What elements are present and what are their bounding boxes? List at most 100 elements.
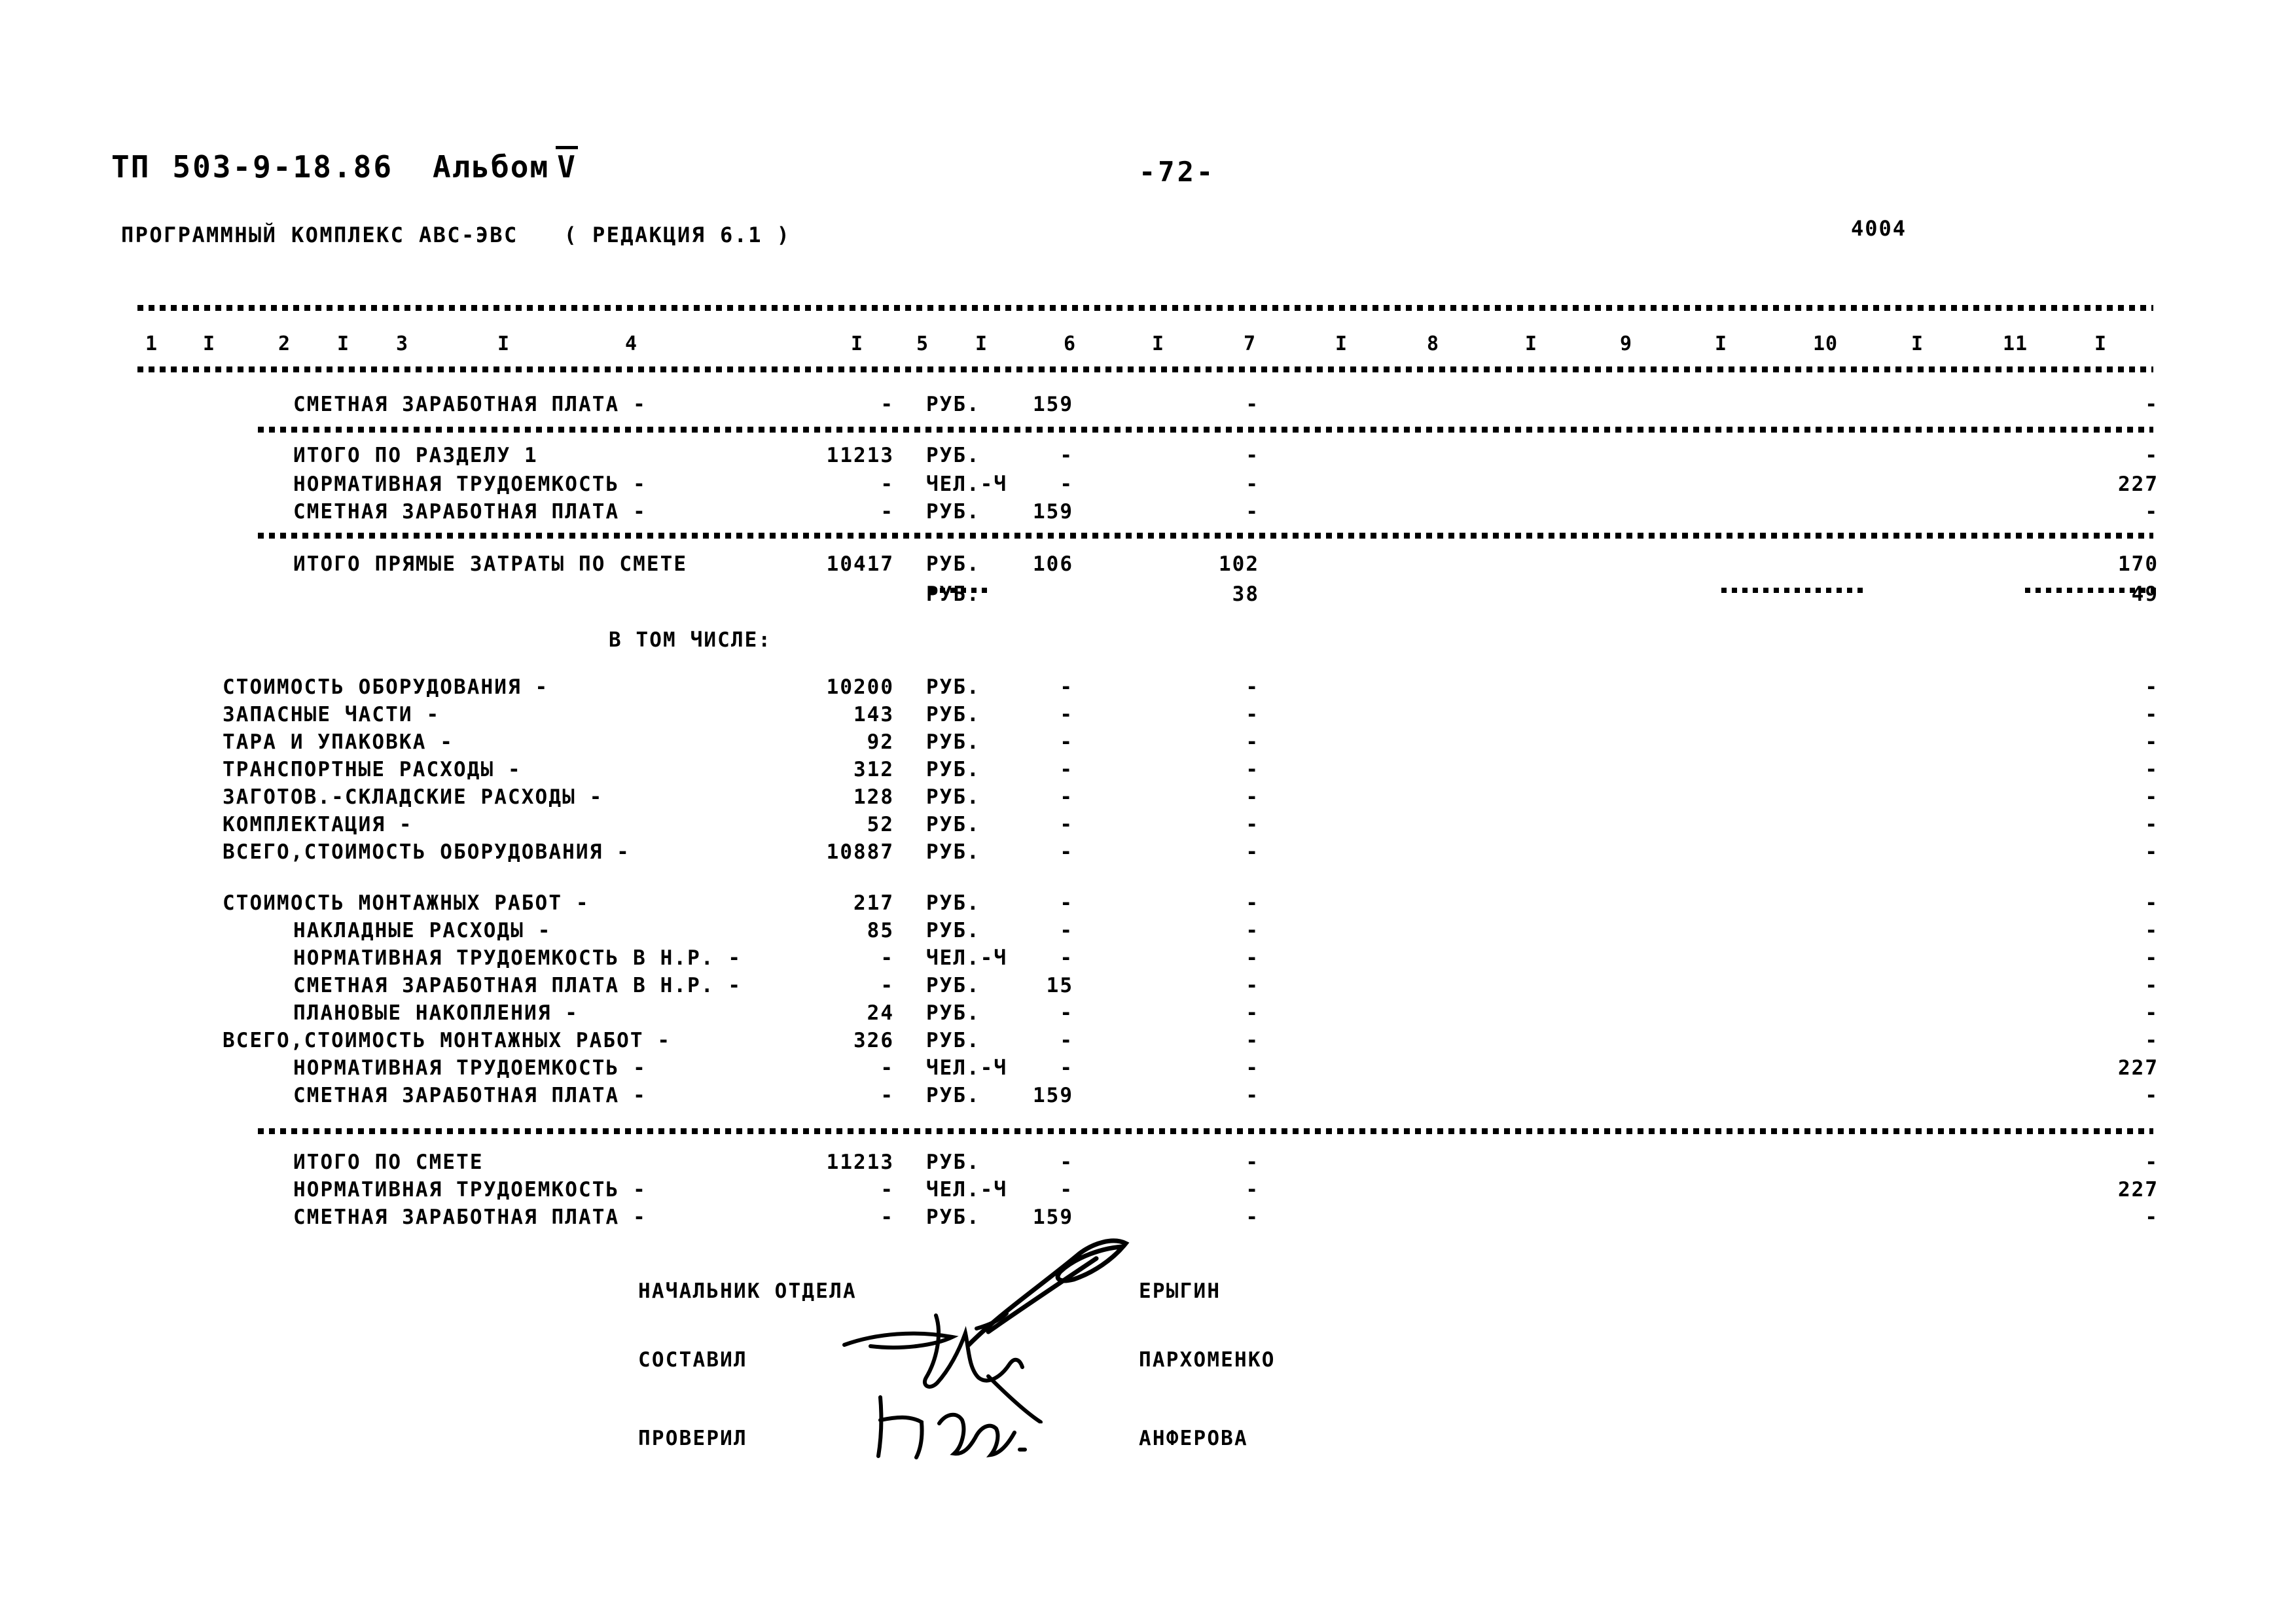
row-value-c9: -	[1246, 1056, 1259, 1080]
row-value-c9: -	[1246, 675, 1259, 699]
row-label: СТОИМОСТЬ ОБОРУДОВАНИЯ -	[223, 675, 549, 699]
row-value-c7: -	[880, 974, 894, 997]
row-value-c9: -	[1246, 1205, 1259, 1229]
signature-role: ПРОВЕРИЛ	[638, 1427, 747, 1450]
row-value-c7: 11213	[826, 1150, 894, 1174]
row-label: ИТОГО ПРЯМЫЕ ЗАТРАТЫ ПО СМЕТЕ	[293, 552, 688, 576]
row-value-c9: -	[1246, 1150, 1259, 1174]
row-value-c11: -	[2145, 813, 2159, 836]
row-value-c8: -	[1060, 785, 1073, 809]
table-rule-under-headers	[137, 366, 2153, 372]
column-header-5: 5	[916, 332, 929, 355]
row-value-c7: -	[880, 946, 894, 970]
row-value-c7: 85	[867, 919, 894, 942]
row-value-c8: -	[1060, 758, 1073, 781]
subtotal-dash-col9	[1721, 588, 1865, 593]
column-header-6: 6	[1064, 332, 1077, 355]
row-value-c8: -	[1060, 946, 1073, 970]
row-value-c9: -	[1246, 473, 1259, 496]
column-separator-2: I	[337, 332, 350, 355]
row-value-c7: -	[880, 393, 894, 416]
estimate-table: I I I I I I I I I I I 1 2 3 4 5 6 7 8 9 10 11 СМЕТНАЯ ЗАРАБОТ…	[0, 0, 2296, 1623]
column-separator-1: I	[203, 332, 215, 355]
row-value-c11: -	[2145, 974, 2159, 997]
row-value-c7: -	[880, 1178, 894, 1202]
table-row: СМЕТНАЯ ЗАРАБОТНАЯ ПЛАТА В Н.Р. - РУБ. -15…	[0, 974, 2296, 1001]
column-header-8: 8	[1427, 332, 1440, 355]
row-value-c7: -	[880, 1084, 894, 1107]
row-value-c11: -	[2145, 919, 2159, 942]
column-separator-4: I	[851, 332, 863, 355]
row-value-c9: -	[1246, 730, 1259, 754]
table-row: ВСЕГО,СТОИМОСТЬ ОБОРУДОВАНИЯ - РУБ. 10887-…	[0, 840, 2296, 868]
column-header-10: 10	[1813, 332, 1839, 355]
signature-role: СОСТАВИЛ	[638, 1348, 747, 1372]
table-row: НАКЛАДНЫЕ РАСХОДЫ - РУБ. 85- - -	[0, 919, 2296, 946]
row-unit: РУБ.	[926, 582, 980, 606]
signature-name: АНФЕРОВА	[1139, 1427, 1248, 1450]
row-value-c9: 102	[1219, 552, 1259, 576]
row-value-c11: -	[2145, 393, 2159, 416]
row-value-c11: -	[2145, 444, 2159, 467]
row-value-c8: -	[1060, 891, 1073, 915]
column-header-3: 3	[396, 332, 409, 355]
table-row: НОРМАТИВНАЯ ТРУДОЕМКОСТЬ - ЧЕЛ.-Ч - - -227	[0, 1056, 2296, 1084]
row-label: СМЕТНАЯ ЗАРАБОТНАЯ ПЛАТА -	[293, 1084, 647, 1107]
row-label: ТРАНСПОРТНЫЕ РАСХОДЫ -	[223, 758, 522, 781]
table-row: ПЛАНОВЫЕ НАКОПЛЕНИЯ - РУБ. 24- - -	[0, 1001, 2296, 1029]
row-label: ЗАГОТОВ.-СКЛАДСКИЕ РАСХОДЫ -	[223, 785, 603, 809]
row-value-c7: 326	[853, 1029, 894, 1052]
document-page: ТП 503-9-18.86 Альбом V -72- 4004 ПРОГРАММН…	[0, 0, 2296, 1623]
row-value-c11: -	[2145, 703, 2159, 726]
table-row: В ТОМ ЧИСЛЕ:	[0, 628, 2296, 656]
signature-name: ПАРХОМЕНКО	[1139, 1348, 1276, 1372]
column-separator-10: I	[1911, 332, 1924, 355]
row-value-c8: -	[1060, 703, 1073, 726]
row-value-c11: -	[2145, 1001, 2159, 1025]
row-value-c8: 106	[1033, 552, 1073, 576]
row-value-c7: 10417	[826, 552, 894, 576]
row-value-c11: 227	[2118, 1056, 2159, 1080]
row-value-c7: 217	[853, 891, 894, 915]
row-value-c9: -	[1246, 1029, 1259, 1052]
row-label: НОРМАТИВНАЯ ТРУДОЕМКОСТЬ -	[293, 473, 647, 496]
row-value-c11: 227	[2118, 473, 2159, 496]
row-value-c8: 15	[1046, 974, 1073, 997]
table-row: СМЕТНАЯ ЗАРАБОТНАЯ ПЛАТА - РУБ. -159- -	[0, 393, 2296, 420]
row-value-c8: -	[1060, 1001, 1073, 1025]
table-row: ИТОГО ПО СМЕТЕ РУБ. 11213- - -	[0, 1150, 2296, 1178]
row-label: ТАРА И УПАКОВКА -	[223, 730, 454, 754]
row-label: ЗАПАСНЫЕ ЧАСТИ -	[223, 703, 440, 726]
column-header-1: 1	[145, 332, 158, 355]
row-value-c8: -	[1060, 444, 1073, 467]
row-label: НОРМАТИВНАЯ ТРУДОЕМКОСТЬ -	[293, 1178, 647, 1202]
column-header-2: 2	[278, 332, 291, 355]
row-value-c9: -	[1246, 946, 1259, 970]
row-value-c7: 312	[853, 758, 894, 781]
row-label: ПЛАНОВЫЕ НАКОПЛЕНИЯ -	[293, 1001, 579, 1025]
row-value-c9: -	[1246, 840, 1259, 864]
row-value-c8: 159	[1033, 393, 1073, 416]
table-rule-top	[137, 305, 2153, 311]
row-value-c7: -	[880, 1205, 894, 1229]
row-value-c9: -	[1246, 393, 1259, 416]
row-label: ИТОГО ПО РАЗДЕЛУ 1	[293, 444, 538, 467]
row-label: СТОИМОСТЬ МОНТАЖНЫХ РАБОТ -	[223, 891, 590, 915]
row-value-c7: -	[880, 1056, 894, 1080]
table-row: СТОИМОСТЬ ОБОРУДОВАНИЯ - РУБ. 10200- - -	[0, 675, 2296, 703]
row-value-c11: -	[2145, 675, 2159, 699]
table-row: ИТОГО ПО РАЗДЕЛУ 1 РУБ. 11213- - -	[0, 444, 2296, 471]
table-row: СМЕТНАЯ ЗАРАБОТНАЯ ПЛАТА - РУБ. -159- -	[0, 1084, 2296, 1111]
table-row: НОРМАТИВНАЯ ТРУДОЕМКОСТЬ В Н.Р. - ЧЕЛ.-Ч -…	[0, 946, 2296, 974]
row-value-c11: 170	[2118, 552, 2159, 576]
row-value-c9: -	[1246, 444, 1259, 467]
row-value-c8: -	[1060, 1150, 1073, 1174]
row-value-c8: 159	[1033, 1205, 1073, 1229]
row-value-c7: -	[880, 473, 894, 496]
row-value-c8: 159	[1033, 1084, 1073, 1107]
row-label: НОРМАТИВНАЯ ТРУДОЕМКОСТЬ В Н.Р. -	[293, 946, 742, 970]
row-value-c8: -	[1060, 1178, 1073, 1202]
row-value-c11: -	[2145, 730, 2159, 754]
row-value-c11: -	[2145, 1084, 2159, 1107]
table-row: КОМПЛЕКТАЦИЯ - РУБ. 52- - -	[0, 813, 2296, 840]
